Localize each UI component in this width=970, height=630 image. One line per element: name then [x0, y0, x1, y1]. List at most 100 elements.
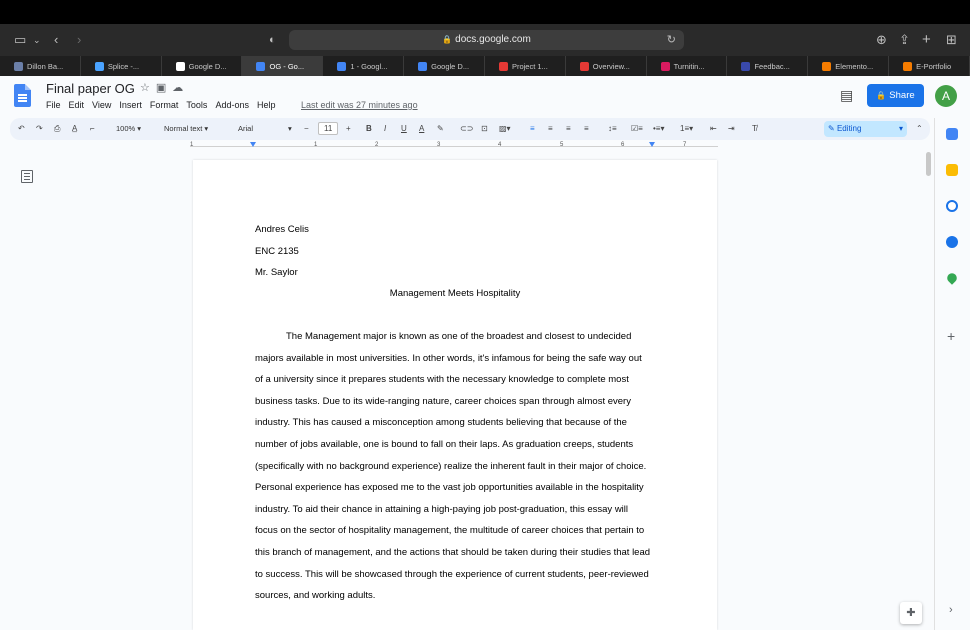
forward-icon[interactable]: › — [77, 24, 81, 56]
top-bezel — [0, 0, 970, 24]
maps-icon[interactable] — [945, 271, 959, 285]
italic-icon[interactable]: I — [384, 118, 386, 140]
browser-tab[interactable]: Google D... — [404, 56, 485, 76]
body-line: of a university since it prepares studen… — [255, 374, 629, 386]
link-icon[interactable]: ⊂⊃ — [460, 118, 473, 140]
decrease-font-size-button[interactable]: − — [304, 118, 309, 140]
menu-item-format[interactable]: Format — [150, 100, 179, 110]
new-tab-icon[interactable]: + — [922, 24, 931, 56]
increase-font-size-button[interactable]: + — [346, 118, 351, 140]
chevron-down-icon[interactable]: ▾ — [288, 118, 292, 140]
tasks-icon[interactable] — [946, 200, 958, 212]
ruler-number: 5 — [560, 142, 564, 148]
insert-image-icon[interactable]: ▨▾ — [499, 118, 511, 140]
checklist-icon[interactable]: ☑≡ — [631, 118, 643, 140]
chevron-right-icon[interactable]: › — [949, 604, 953, 616]
font-select[interactable]: Arial — [238, 118, 253, 140]
tab-favicon-icon — [94, 61, 104, 71]
spellcheck-icon[interactable]: A̲ — [72, 118, 77, 140]
body-line: Personal experience has exposed me to th… — [255, 482, 644, 494]
decrease-indent-icon[interactable]: ⇤ — [710, 118, 717, 140]
paint-format-icon[interactable]: ⌐ — [90, 118, 95, 140]
menu-item-file[interactable]: File — [46, 100, 61, 110]
right-indent-marker[interactable] — [649, 142, 655, 147]
editing-mode-select[interactable]: ✎ Editing ▾ — [824, 121, 907, 137]
browser-tab[interactable]: Project 1... — [485, 56, 566, 76]
align-center-icon[interactable]: ≡ — [548, 118, 553, 140]
tab-favicon-icon — [175, 61, 185, 71]
numbered-list-icon[interactable]: 1≡▾ — [680, 118, 693, 140]
browser-tab[interactable]: Google D... — [162, 56, 243, 76]
star-icon[interactable]: ☆ — [140, 82, 156, 94]
docs-logo-icon[interactable] — [14, 84, 31, 107]
font-size-input[interactable]: 11 — [318, 122, 339, 135]
url-text: docs.google.com — [455, 34, 531, 45]
menu-item-addons[interactable]: Add-ons — [215, 100, 249, 110]
sidebar-toggle-icon[interactable]: ▭ — [14, 24, 26, 56]
document-outline-icon[interactable] — [21, 170, 33, 183]
document-page[interactable]: Andres Celis ENC 2135 Mr. Saylor Management… — [193, 160, 717, 630]
share-page-icon[interactable]: ⇪ — [899, 24, 910, 56]
browser-tab[interactable]: Elemento... — [808, 56, 890, 76]
browser-tab[interactable]: Dillon Ba... — [0, 56, 81, 76]
menu-item-edit[interactable]: Edit — [69, 100, 85, 110]
bold-icon[interactable]: B — [366, 118, 372, 140]
privacy-shield-icon[interactable]: ◐ — [269, 24, 276, 56]
chevron-down-icon: ▾ — [898, 124, 903, 133]
menu-item-help[interactable]: Help — [257, 100, 276, 110]
tab-strip: Dillon Ba... Splice -... Google D... OG - G… — [0, 56, 970, 76]
comment-history-icon[interactable]: ▤ — [840, 87, 853, 104]
explore-icon[interactable]: ✚ — [900, 602, 922, 624]
bulleted-list-icon[interactable]: •≡▾ — [653, 118, 664, 140]
print-icon[interactable]: ⎙ — [54, 118, 60, 140]
body-line: business tasks. Due to its wide-ranging … — [255, 395, 631, 407]
tab-label: Feedbac... — [754, 61, 790, 71]
share-button[interactable]: 🔒 Share — [867, 84, 924, 107]
left-indent-marker[interactable] — [250, 142, 256, 147]
browser-tab[interactable]: 1 - Googl... — [323, 56, 405, 76]
address-bar[interactable]: 🔒 docs.google.com ↻ — [289, 30, 684, 50]
browser-tab[interactable]: Overview... — [566, 56, 647, 76]
browser-tab[interactable]: E-Portfolio — [889, 56, 970, 76]
browser-tab[interactable]: Splice -... — [81, 56, 162, 76]
highlight-icon[interactable]: ✎ — [437, 118, 444, 140]
back-icon[interactable]: ‹ — [54, 24, 58, 56]
document-title[interactable]: Final paper OG — [46, 81, 135, 96]
zoom-select[interactable]: 100% ▾ — [116, 118, 141, 140]
keep-icon[interactable] — [946, 164, 958, 176]
clear-formatting-icon[interactable]: T̸ — [752, 118, 757, 140]
redo-icon[interactable]: ↷ — [36, 118, 43, 140]
menu-item-tools[interactable]: Tools — [186, 100, 207, 110]
browser-tab[interactable]: Feedbac... — [727, 56, 809, 76]
align-left-icon[interactable]: ≡ — [530, 118, 535, 140]
calendar-icon[interactable] — [946, 128, 958, 140]
cloud-status-icon[interactable]: ☁ — [172, 82, 189, 94]
download-icon[interactable]: ⊕ — [876, 24, 887, 56]
move-folder-icon[interactable]: ▣ — [156, 82, 172, 94]
align-right-icon[interactable]: ≡ — [566, 118, 571, 140]
tab-favicon-icon — [337, 61, 347, 71]
ruler[interactable]: 1 1 2 3 4 5 6 7 — [190, 142, 718, 152]
last-edit-link[interactable]: Last edit was 27 minutes ago — [301, 100, 418, 110]
menu-item-insert[interactable]: Insert — [119, 100, 142, 110]
browser-tab[interactable]: Turnitin... — [647, 56, 728, 76]
tab-overview-icon[interactable]: ⊞ — [946, 24, 957, 56]
vertical-scrollbar[interactable] — [926, 152, 931, 176]
avatar[interactable]: A — [935, 85, 957, 107]
line-spacing-icon[interactable]: ↕≡ — [608, 118, 617, 140]
contacts-icon[interactable] — [946, 236, 958, 248]
browser-tab[interactable]: OG - Go... — [242, 56, 324, 76]
justify-icon[interactable]: ≡ — [584, 118, 589, 140]
underline-icon[interactable]: U — [401, 118, 407, 140]
collapse-menus-icon[interactable]: ⌃ — [916, 118, 923, 140]
insert-comment-icon[interactable]: ⊡ — [481, 118, 488, 140]
style-select[interactable]: Normal text ▾ — [164, 118, 208, 140]
header-line: ENC 2135 — [255, 246, 299, 257]
undo-icon[interactable]: ↶ — [18, 118, 25, 140]
text-color-icon[interactable]: A — [419, 118, 424, 140]
increase-indent-icon[interactable]: ⇥ — [728, 118, 735, 140]
chevron-down-icon[interactable]: ⌄ — [33, 24, 41, 56]
reload-icon[interactable]: ↻ — [667, 30, 676, 50]
menu-item-view[interactable]: View — [92, 100, 111, 110]
add-on-plus-icon[interactable]: + — [947, 328, 955, 344]
